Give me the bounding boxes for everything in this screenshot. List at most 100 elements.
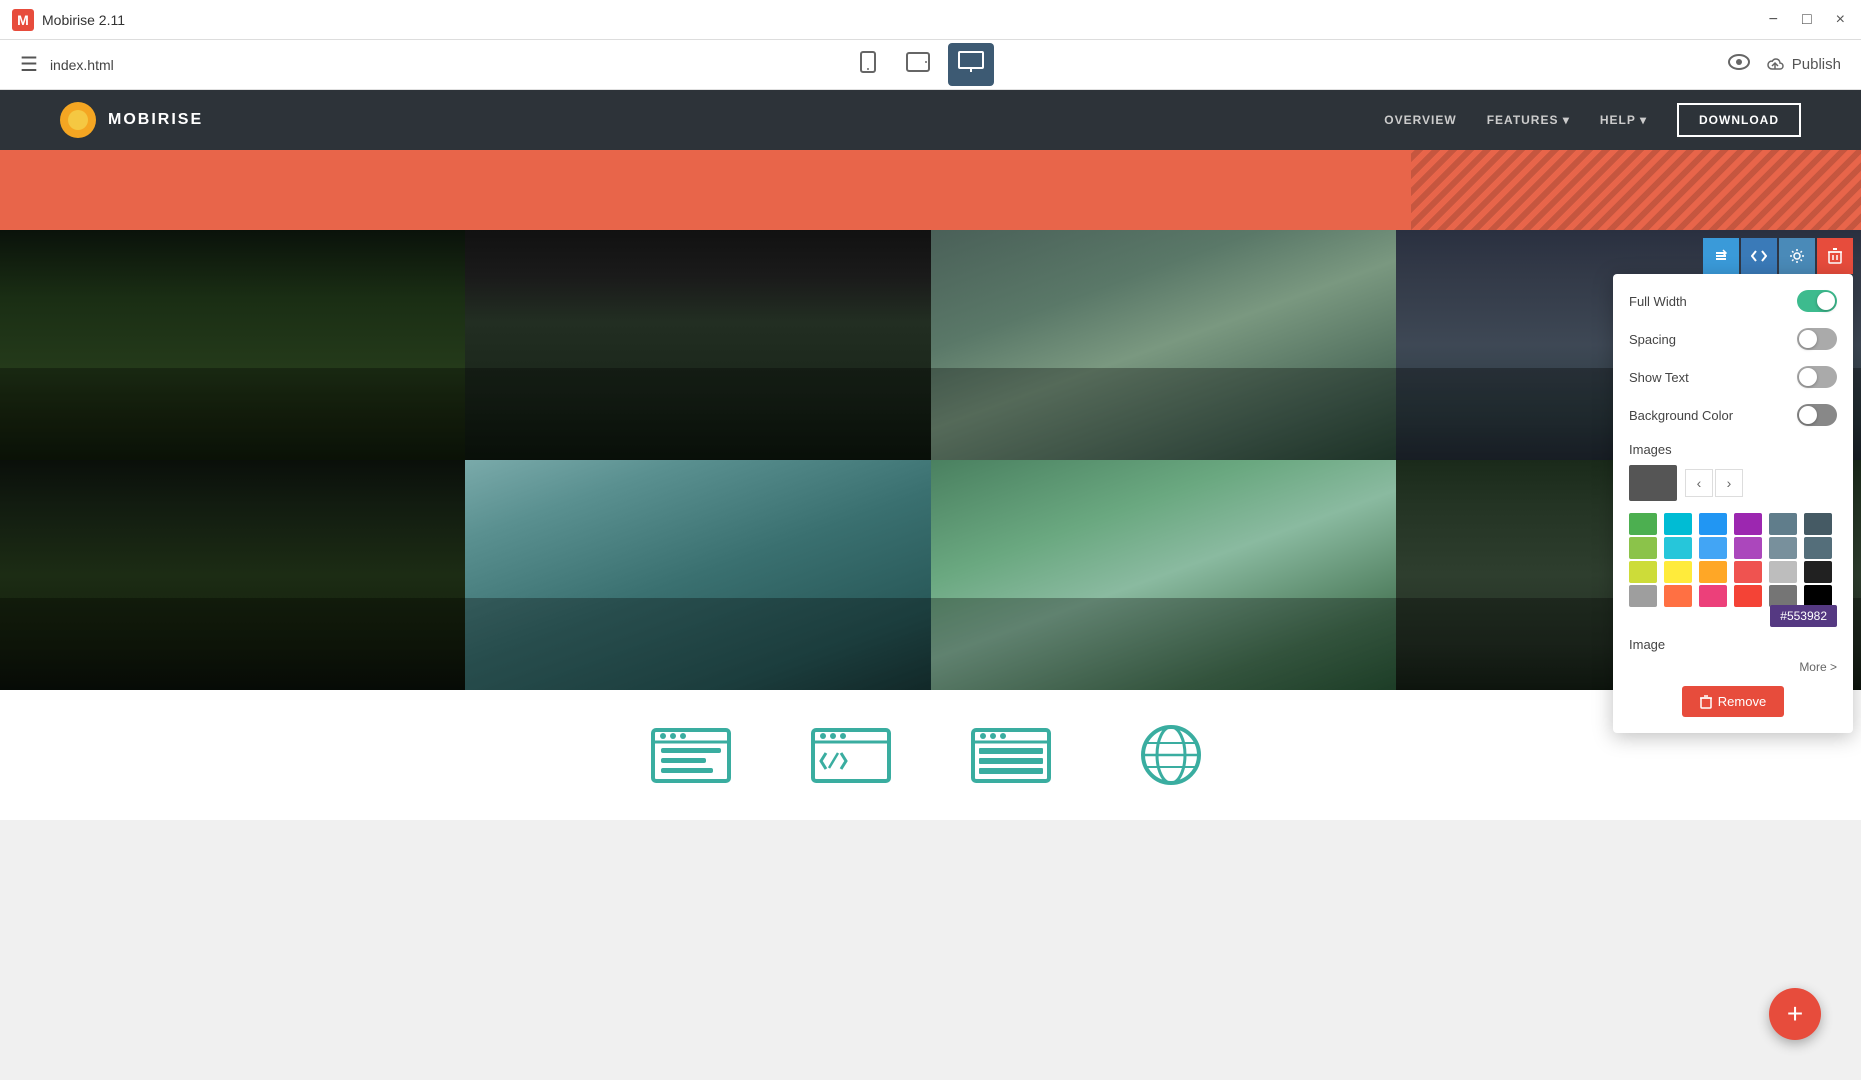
gallery-cell-5[interactable] bbox=[0, 460, 465, 690]
next-image-button[interactable]: › bbox=[1715, 469, 1743, 497]
desktop-view-button[interactable] bbox=[948, 43, 994, 86]
eye-icon bbox=[1728, 54, 1750, 70]
color-swatch-lime[interactable] bbox=[1629, 561, 1657, 583]
trash-icon bbox=[1828, 248, 1842, 264]
color-swatch-blue[interactable] bbox=[1699, 513, 1727, 535]
color-picker-section: #553982 Image More > bbox=[1629, 513, 1837, 674]
images-section: Images ‹ › bbox=[1629, 442, 1837, 501]
prev-image-button[interactable]: ‹ bbox=[1685, 469, 1713, 497]
bottom-icon-4 bbox=[1131, 725, 1211, 785]
bottom-icon-2 bbox=[811, 728, 891, 783]
settings-window-icon bbox=[971, 728, 1051, 783]
titlebar-controls: − □ × bbox=[1765, 7, 1849, 33]
color-swatch-light-grey[interactable] bbox=[1769, 561, 1797, 583]
delete-section-button[interactable] bbox=[1817, 238, 1853, 274]
nav-help[interactable]: HELP ▾ bbox=[1600, 113, 1647, 127]
titlebar-left: M Mobirise 2.11 bbox=[12, 9, 125, 31]
bottom-icon-3 bbox=[971, 728, 1051, 783]
color-swatch-medium-grey[interactable] bbox=[1769, 537, 1797, 559]
toolbar: ☰ index.html bbox=[0, 40, 1861, 90]
gallery-grid bbox=[0, 230, 1861, 690]
site-nav: MOBIRISE OVERVIEW FEATURES ▾ HELP ▾ DOWN… bbox=[0, 90, 1861, 150]
browser-icon bbox=[651, 728, 731, 783]
color-swatch-purple[interactable] bbox=[1734, 513, 1762, 535]
images-row: ‹ › bbox=[1629, 465, 1837, 501]
preview-button[interactable] bbox=[1728, 53, 1750, 76]
site-logo-icon bbox=[60, 102, 96, 138]
titlebar: M Mobirise 2.11 − □ × bbox=[0, 0, 1861, 40]
full-width-toggle[interactable] bbox=[1797, 290, 1837, 312]
publish-label: Publish bbox=[1792, 56, 1841, 73]
show-text-label: Show Text bbox=[1629, 370, 1689, 385]
preview-area: MOBIRISE OVERVIEW FEATURES ▾ HELP ▾ DOWN… bbox=[0, 90, 1861, 820]
gallery-cell-3[interactable] bbox=[931, 230, 1396, 460]
app-title: Mobirise 2.11 bbox=[42, 12, 125, 28]
code-button[interactable] bbox=[1741, 238, 1777, 274]
color-swatch-bright-red[interactable] bbox=[1734, 585, 1762, 607]
download-button[interactable]: DOWNLOAD bbox=[1677, 103, 1801, 137]
device-switcher bbox=[848, 43, 994, 86]
color-swatch-dark-grey[interactable] bbox=[1804, 513, 1832, 535]
remove-button[interactable]: Remove bbox=[1682, 686, 1784, 717]
show-text-toggle[interactable] bbox=[1797, 366, 1837, 388]
more-link[interactable]: More > bbox=[1629, 660, 1837, 674]
color-swatch-light-purple[interactable] bbox=[1734, 537, 1762, 559]
color-swatch-light-blue[interactable] bbox=[1699, 537, 1727, 559]
color-swatch-red[interactable] bbox=[1734, 561, 1762, 583]
nav-overview[interactable]: OVERVIEW bbox=[1384, 113, 1456, 127]
nav-features[interactable]: FEATURES ▾ bbox=[1487, 113, 1570, 127]
color-swatch-pink[interactable] bbox=[1699, 585, 1727, 607]
color-swatch-deep-orange[interactable] bbox=[1664, 585, 1692, 607]
toggle-knob-2 bbox=[1799, 330, 1817, 348]
color-swatch-black[interactable] bbox=[1804, 585, 1832, 607]
trash-icon-small bbox=[1700, 695, 1712, 709]
color-swatch-medium-grey-2[interactable] bbox=[1769, 585, 1797, 607]
image-thumb-1[interactable] bbox=[1629, 465, 1677, 501]
gallery-cell-1[interactable] bbox=[0, 230, 465, 460]
orange-section bbox=[0, 150, 1861, 230]
mobile-view-button[interactable] bbox=[848, 43, 888, 86]
color-swatch-cyan[interactable] bbox=[1664, 513, 1692, 535]
gallery-cell-2[interactable] bbox=[465, 230, 930, 460]
color-swatch-light-green[interactable] bbox=[1629, 537, 1657, 559]
menu-button[interactable]: ☰ bbox=[20, 52, 38, 77]
reorder-button[interactable] bbox=[1703, 238, 1739, 274]
section-controls bbox=[1703, 238, 1853, 274]
desktop-icon bbox=[958, 51, 984, 73]
gallery-cell-6[interactable] bbox=[465, 460, 930, 690]
remove-label: Remove bbox=[1718, 694, 1766, 709]
color-swatch-blue-grey[interactable] bbox=[1769, 513, 1797, 535]
cloud-upload-icon bbox=[1766, 57, 1784, 73]
tablet-view-button[interactable] bbox=[896, 43, 940, 86]
minimize-button[interactable]: − bbox=[1765, 7, 1782, 33]
color-swatch-yellow[interactable] bbox=[1664, 561, 1692, 583]
publish-button[interactable]: Publish bbox=[1766, 56, 1841, 73]
prev-next-buttons: ‹ › bbox=[1685, 469, 1743, 497]
bg-color-toggle[interactable] bbox=[1797, 404, 1837, 426]
color-swatch-darker-grey[interactable] bbox=[1804, 537, 1832, 559]
color-swatch-orange[interactable] bbox=[1699, 561, 1727, 583]
color-swatch-green[interactable] bbox=[1629, 513, 1657, 535]
maximize-button[interactable]: □ bbox=[1798, 7, 1816, 33]
bg-color-label: Background Color bbox=[1629, 408, 1733, 423]
color-palette bbox=[1629, 513, 1837, 607]
toggle-knob-4 bbox=[1799, 406, 1817, 424]
spacing-setting: Spacing bbox=[1629, 328, 1837, 350]
file-name: index.html bbox=[50, 57, 114, 73]
gear-icon bbox=[1789, 248, 1805, 264]
full-width-setting: Full Width bbox=[1629, 290, 1837, 312]
toolbar-left: ☰ index.html bbox=[20, 52, 114, 77]
globe-icon bbox=[1131, 725, 1211, 785]
color-swatch-light-cyan[interactable] bbox=[1664, 537, 1692, 559]
color-hex-value: #553982 bbox=[1780, 609, 1827, 623]
gallery-cell-7[interactable] bbox=[931, 460, 1396, 690]
close-button[interactable]: × bbox=[1832, 7, 1849, 33]
spacing-toggle[interactable] bbox=[1797, 328, 1837, 350]
add-section-button[interactable]: + bbox=[1769, 988, 1821, 1040]
settings-button[interactable] bbox=[1779, 238, 1815, 274]
bg-color-setting: Background Color bbox=[1629, 404, 1837, 426]
tablet-icon bbox=[906, 51, 930, 73]
color-swatch-near-black[interactable] bbox=[1804, 561, 1832, 583]
color-swatch-grey[interactable] bbox=[1629, 585, 1657, 607]
code-icon bbox=[1751, 250, 1767, 262]
